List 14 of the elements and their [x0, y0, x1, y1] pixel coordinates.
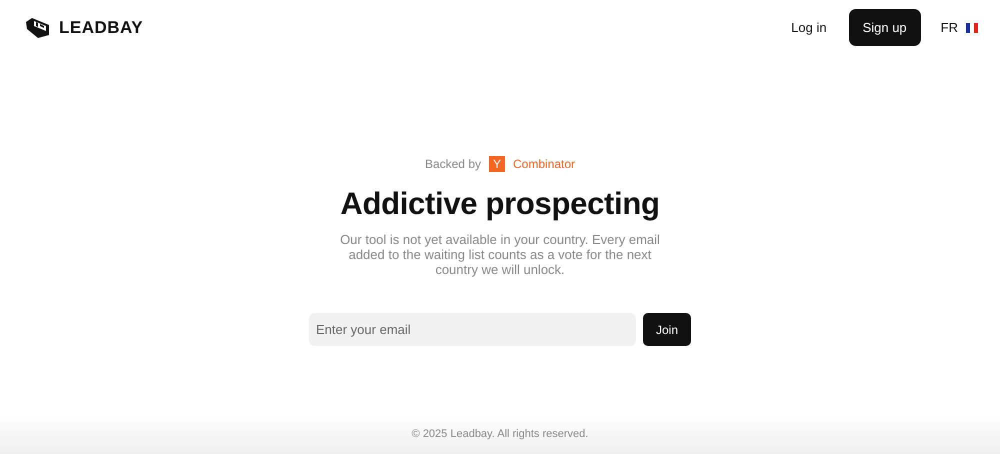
description: Our tool is not yet available in your country. Every email added to the waiting list counts as a vote for the next country we will unlock. [339, 232, 661, 278]
combinator-logo: Y [489, 156, 505, 172]
logo-text: LEADBAY [59, 16, 144, 39]
join-button[interactable]: Join [643, 313, 691, 346]
login-link[interactable]: Log in [791, 18, 827, 38]
page-title: Addictive prospecting [340, 185, 660, 222]
copyright-text: © 2025 Leadbay. All rights reserved. [412, 426, 588, 442]
flag-icon [966, 22, 978, 32]
language-selector[interactable]: FR [940, 18, 958, 38]
email-field[interactable]: Enter your email [309, 313, 636, 346]
backed-by-label: Backed by [424, 156, 481, 173]
signup-button[interactable]: Sign up [848, 8, 921, 46]
combinator-name: Combinator [513, 156, 576, 173]
logo-icon [25, 16, 51, 38]
